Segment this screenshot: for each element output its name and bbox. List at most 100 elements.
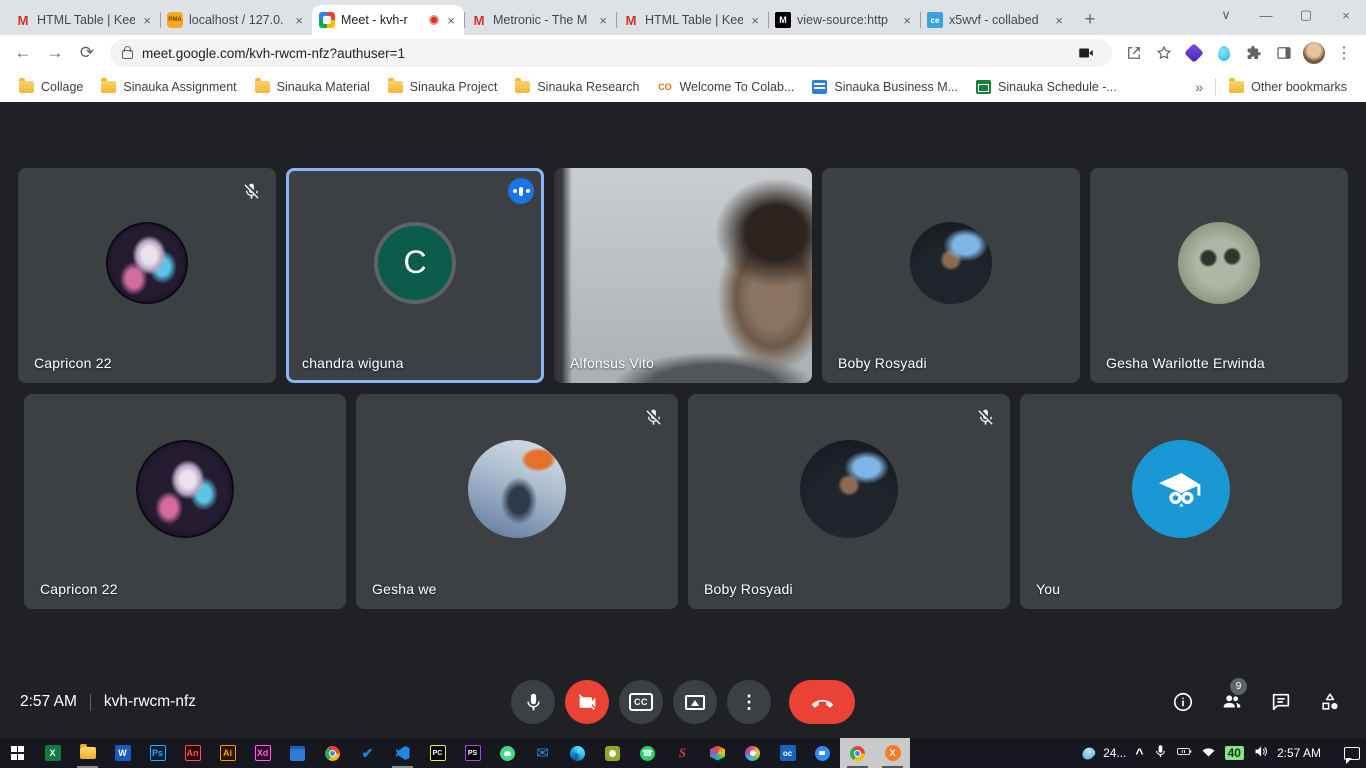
bookmarks-overflow-chevron[interactable]: »	[1187, 79, 1211, 95]
tab-view-source-http[interactable]: Mview-source:http×	[768, 5, 920, 35]
battery-icon[interactable]	[1177, 744, 1192, 762]
tab-close-icon[interactable]: ×	[1053, 13, 1065, 28]
tab-html-table-kee[interactable]: MHTML Table | Kee×	[616, 5, 768, 35]
maximize-button[interactable]: ▢	[1286, 0, 1326, 30]
present-button[interactable]	[673, 680, 717, 724]
bookmark-star-icon[interactable]	[1150, 39, 1178, 67]
taskbar-mail[interactable]: ✉	[525, 738, 560, 768]
bookmark-sinauka-project[interactable]: Sinauka Project	[379, 76, 507, 98]
tab-search-button[interactable]: ∨	[1206, 0, 1246, 30]
taskbar-word[interactable]: W	[105, 738, 140, 768]
tab-close-icon[interactable]: ×	[293, 13, 305, 28]
tab-close-icon[interactable]: ×	[749, 13, 761, 28]
new-tab-button[interactable]: +	[1076, 5, 1104, 33]
weather-temp[interactable]: 24...	[1103, 746, 1126, 760]
tab-html-table-kee[interactable]: MHTML Table | Kee×	[8, 5, 160, 35]
extensions-puzzle-icon[interactable]	[1240, 39, 1268, 67]
action-center-icon[interactable]	[1344, 747, 1360, 760]
taskbar-android-studio[interactable]	[490, 738, 525, 768]
participant-tile-alfonsus-vito[interactable]: Alfonsus Vito	[554, 168, 812, 383]
camera-off-button[interactable]	[565, 680, 609, 724]
meeting-details-button[interactable]	[1171, 690, 1195, 714]
participant-tile-boby-rosyadi[interactable]: Boby Rosyadi	[688, 394, 1010, 609]
browser-menu-icon[interactable]: ⋮	[1330, 39, 1358, 67]
taskbar-excel[interactable]: X	[35, 738, 70, 768]
bookmark-sinauka-business-m[interactable]: Sinauka Business M...	[803, 76, 967, 98]
minimize-button[interactable]: —	[1246, 0, 1286, 30]
bookmark-sinauka-research[interactable]: Sinauka Research	[506, 76, 648, 98]
taskbar-screen-recorder[interactable]	[595, 738, 630, 768]
tab-localhost-127-0[interactable]: PMAlocalhost / 127.0.×	[160, 5, 312, 35]
url-text[interactable]: meet.google.com/kvh-rwcm-nfz?authuser=1	[142, 46, 405, 61]
profile-avatar[interactable]	[1300, 39, 1328, 67]
battery-percent-badge[interactable]: 40	[1225, 746, 1244, 760]
taskbar-photoshop[interactable]: Ps	[140, 738, 175, 768]
tab-close-icon[interactable]: ×	[597, 13, 609, 28]
taskbar-file-explorer[interactable]	[70, 738, 105, 768]
bookmark-collage[interactable]: Collage	[10, 76, 92, 98]
back-button[interactable]: ←	[8, 38, 38, 68]
extension-diamond-icon[interactable]	[1180, 39, 1208, 67]
taskbar-animate[interactable]: An	[175, 738, 210, 768]
tab-close-icon[interactable]: ×	[445, 13, 457, 28]
taskbar-illustrator[interactable]: Ai	[210, 738, 245, 768]
leave-call-button[interactable]	[789, 680, 855, 724]
extension-drop-icon[interactable]	[1210, 39, 1238, 67]
taskbar-chrome[interactable]	[315, 738, 350, 768]
microphone-tray-icon[interactable]	[1153, 744, 1168, 762]
secure-lock-icon[interactable]	[122, 50, 133, 59]
taskbar-oc-app[interactable]: oc	[770, 738, 805, 768]
tab-close-icon[interactable]: ×	[901, 13, 913, 28]
participant-tile-boby-rosyadi[interactable]: Boby Rosyadi	[822, 168, 1080, 383]
forward-button[interactable]: →	[40, 38, 70, 68]
taskbar-vscode[interactable]	[385, 738, 420, 768]
tab-x5wvf-collabed[interactable]: cex5wvf - collabed×	[920, 5, 1072, 35]
bookmark-label: Sinauka Research	[537, 80, 639, 94]
participant-tile-gesha-we[interactable]: Gesha we	[356, 394, 678, 609]
more-options-button[interactable]: ⋮	[727, 680, 771, 724]
microphone-button[interactable]	[511, 680, 555, 724]
tab-meet-kvh-r[interactable]: Meet - kvh-r×	[312, 5, 464, 35]
participant-tile-gesha-warilotte-erwinda[interactable]: Gesha Warilotte Erwinda	[1090, 168, 1348, 383]
bookmark-sinauka-schedule[interactable]: Sinauka Schedule -...	[967, 76, 1126, 98]
participant-tile-chandra-wiguna[interactable]: Cchandra wiguna	[286, 168, 544, 383]
taskbar-pycharm[interactable]: PC	[420, 738, 455, 768]
taskbar-photos-app[interactable]	[735, 738, 770, 768]
taskbar-adobe-xd[interactable]: Xd	[245, 738, 280, 768]
captions-button[interactable]: CC	[619, 680, 663, 724]
close-button[interactable]: ×	[1326, 0, 1366, 30]
tab-metronic-the-m[interactable]: MMetronic - The M×	[464, 5, 616, 35]
tab-close-icon[interactable]: ×	[141, 13, 153, 28]
taskbar-zoom-app[interactable]	[805, 738, 840, 768]
taskbar-clock[interactable]: 2:57 AM	[1277, 746, 1321, 760]
taskbar-calendar-app[interactable]	[280, 738, 315, 768]
other-bookmarks[interactable]: Other bookmarks	[1220, 76, 1356, 98]
reload-button[interactable]: ⟳	[72, 38, 102, 68]
participant-tile-capricon-22[interactable]: Capricon 22	[24, 394, 346, 609]
taskbar-whatsapp[interactable]: ☎	[630, 738, 665, 768]
wifi-icon[interactable]	[1201, 744, 1216, 762]
taskbar-phpstorm[interactable]: PS	[455, 738, 490, 768]
taskbar-todo-check-app[interactable]: ✔	[350, 738, 385, 768]
chat-button[interactable]	[1269, 690, 1293, 714]
taskbar-xampp[interactable]: X	[875, 738, 910, 768]
taskbar-start-button[interactable]	[0, 738, 35, 768]
participants-button[interactable]: 9	[1220, 690, 1244, 714]
camera-in-use-icon[interactable]	[1072, 39, 1100, 67]
taskbar-edge[interactable]	[560, 738, 595, 768]
bookmark-sinauka-material[interactable]: Sinauka Material	[246, 76, 379, 98]
weather-icon[interactable]	[1080, 745, 1097, 762]
tray-chevron-icon[interactable]: ^	[1135, 745, 1143, 761]
bookmark-sinauka-assignment[interactable]: Sinauka Assignment	[92, 76, 245, 98]
taskbar-sketch-swirl-app[interactable]: S	[665, 738, 700, 768]
taskbar-chrome-active[interactable]	[840, 738, 875, 768]
activities-button[interactable]	[1318, 690, 1342, 714]
participant-tile-capricon-22[interactable]: Capricon 22	[18, 168, 276, 383]
side-panel-icon[interactable]	[1270, 39, 1298, 67]
taskbar-hexagon-app[interactable]	[700, 738, 735, 768]
share-icon[interactable]	[1120, 39, 1148, 67]
address-bar[interactable]: meet.google.com/kvh-rwcm-nfz?authuser=1	[110, 39, 1112, 67]
volume-icon[interactable]	[1253, 744, 1268, 762]
participant-tile-you[interactable]: You	[1020, 394, 1342, 609]
bookmark-welcome-to-colab[interactable]: COWelcome To Colab...	[648, 76, 803, 98]
